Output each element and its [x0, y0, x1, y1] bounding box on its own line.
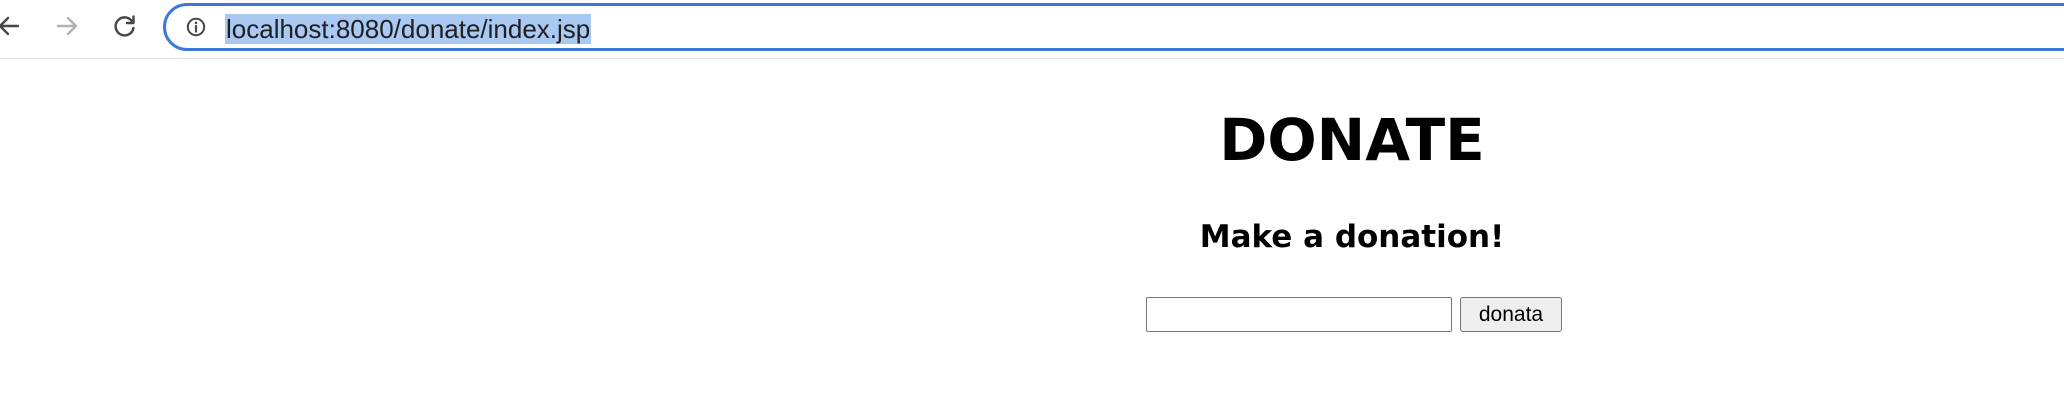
- arrow-right-icon: [56, 16, 78, 36]
- page-subtitle: Make a donation!: [1199, 219, 1505, 255]
- browser-toolbar: localhost:8080/donate/index.jsp: [0, 0, 2064, 59]
- back-button[interactable]: [0, 8, 26, 44]
- info-icon[interactable]: [186, 17, 206, 37]
- address-bar[interactable]: localhost:8080/donate/index.jsp: [163, 3, 2064, 51]
- page-title: DONATE: [1219, 106, 1485, 174]
- page-content: DONATE Make a donation! donata: [0, 59, 2064, 418]
- donation-amount-input[interactable]: [1146, 297, 1452, 332]
- arrow-left-icon: [0, 16, 20, 36]
- forward-button[interactable]: [50, 8, 84, 44]
- donate-button[interactable]: donata: [1460, 297, 1562, 332]
- reload-button[interactable]: [108, 8, 142, 44]
- url-text[interactable]: localhost:8080/donate/index.jsp: [225, 14, 592, 44]
- reload-icon: [114, 15, 135, 37]
